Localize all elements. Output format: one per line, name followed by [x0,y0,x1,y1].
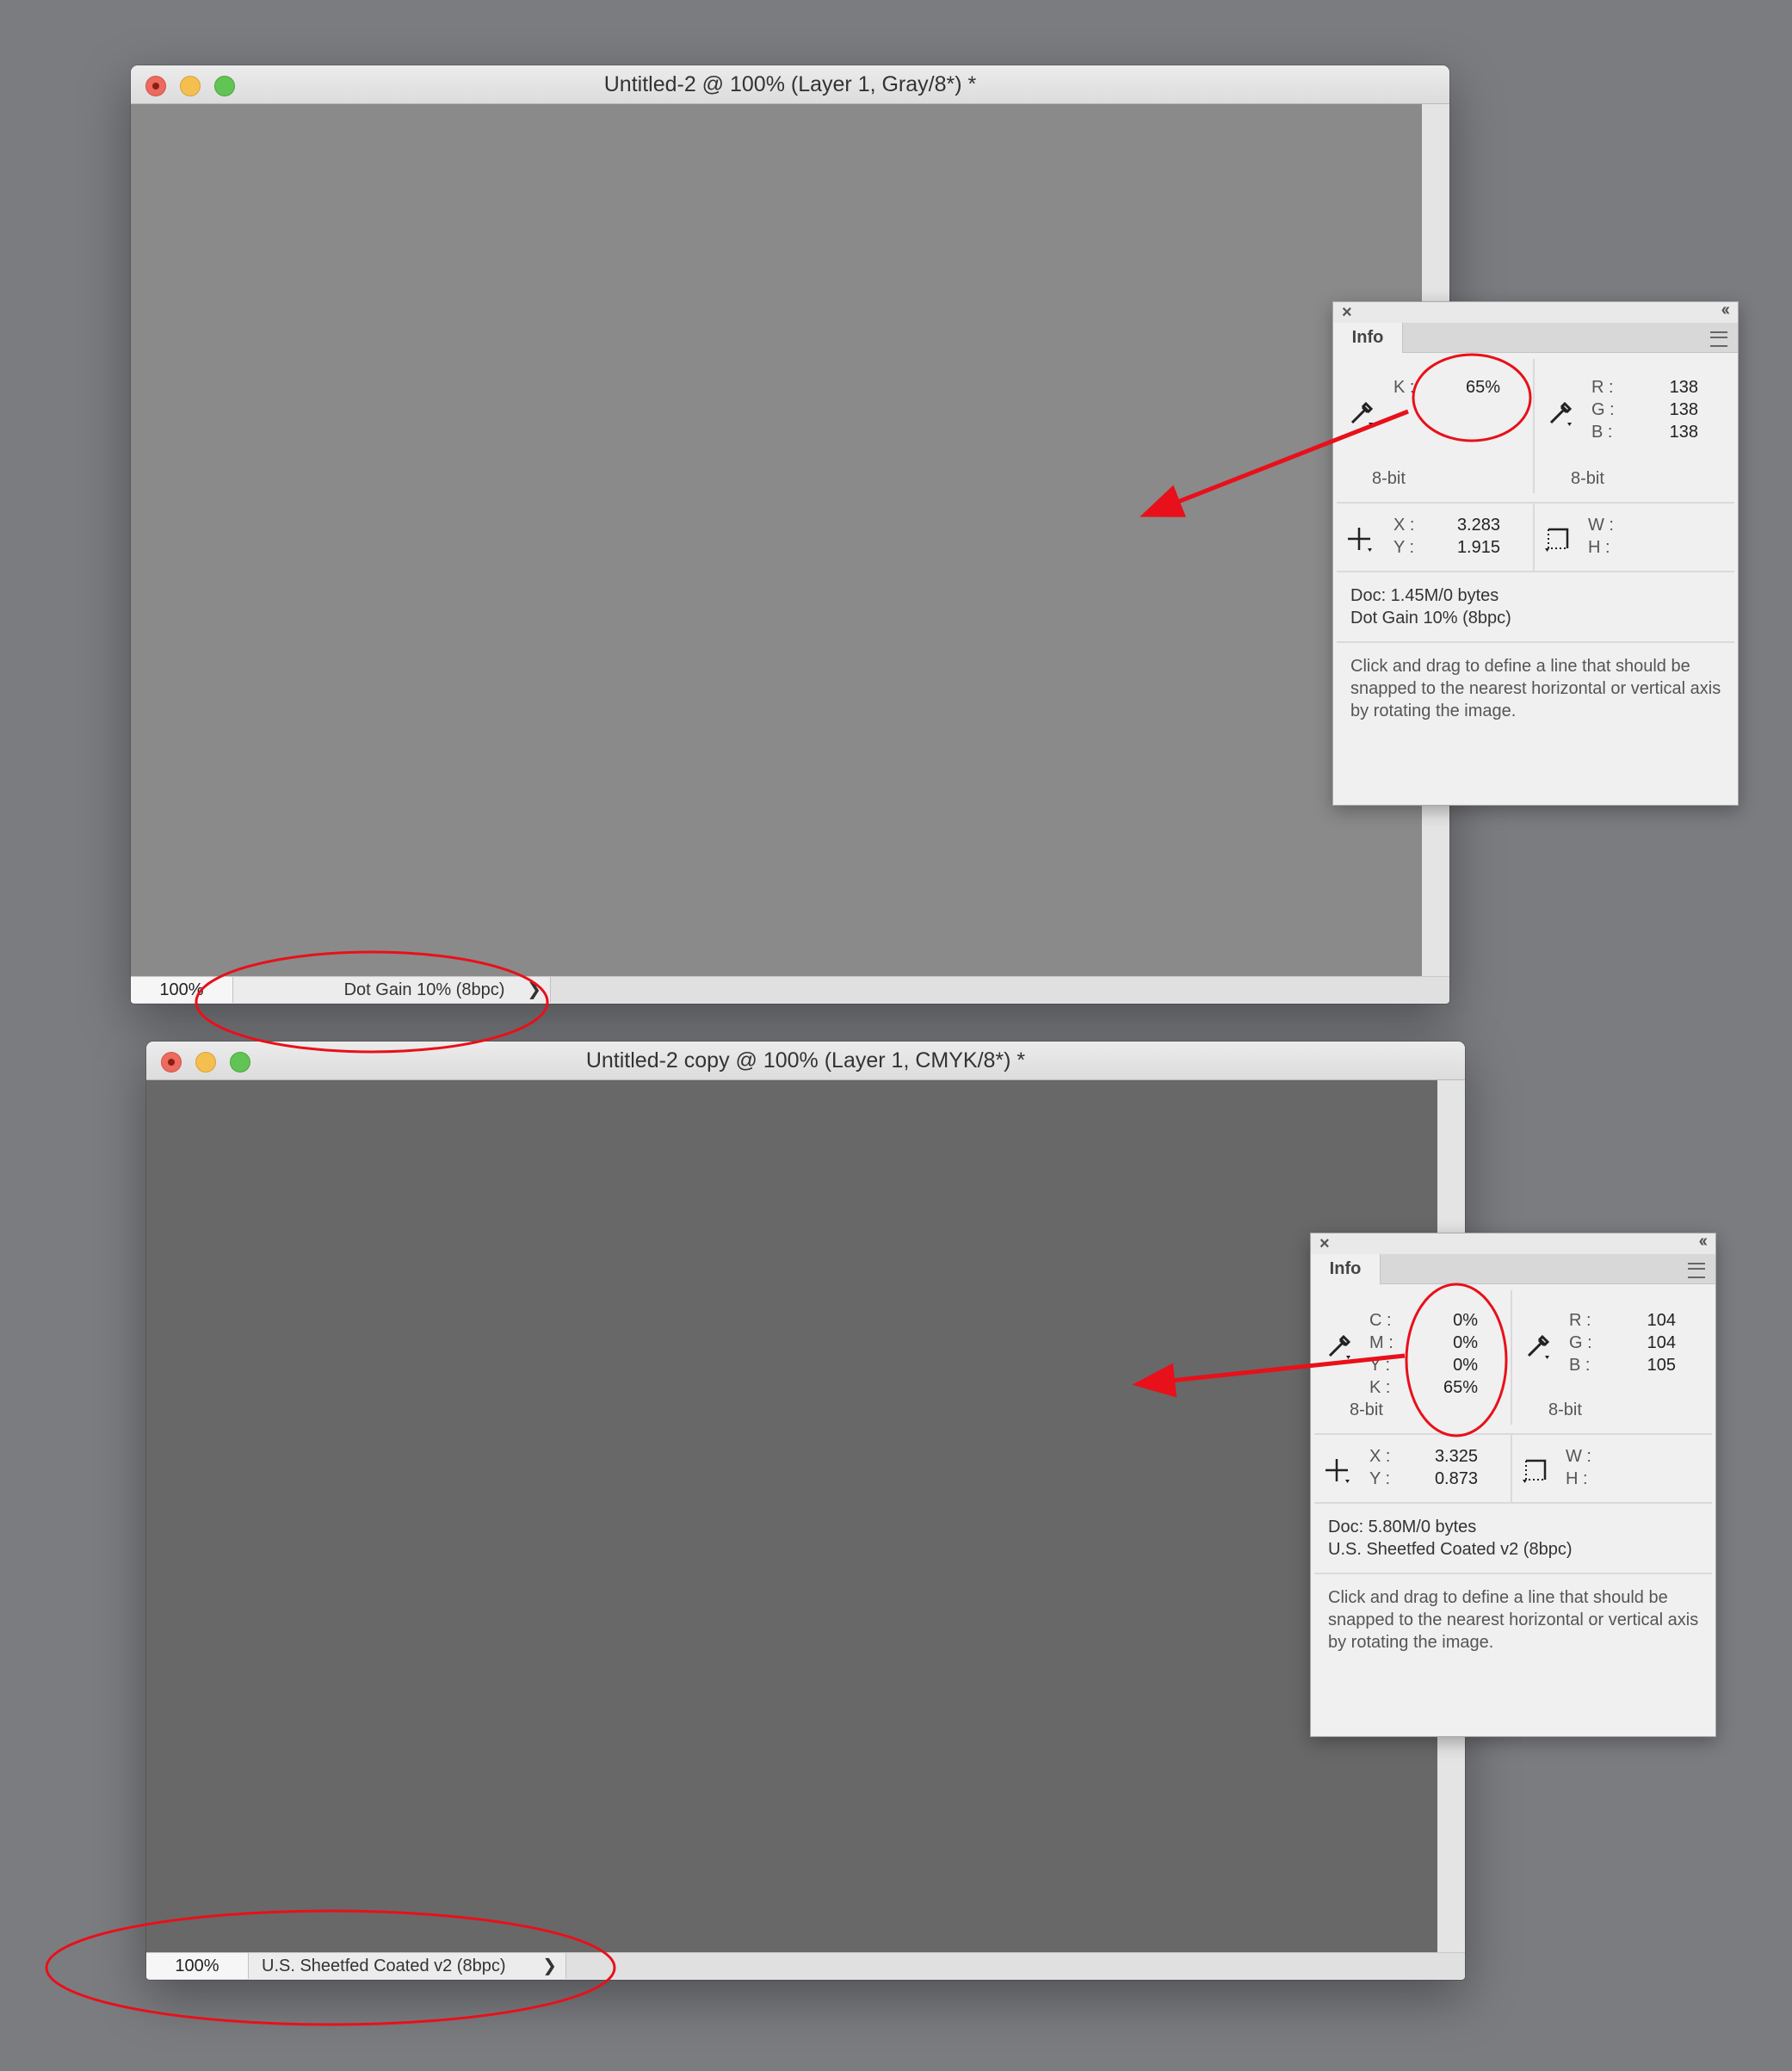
annotation-overlay [45,353,1532,2026]
highlight-circle [1405,1283,1508,1437]
highlight-circle [195,950,549,1054]
highlight-circle [45,1909,616,2026]
annotation-arrow [1132,1353,1406,1398]
highlight-circle [1412,353,1532,442]
annotation-arrow [1140,409,1409,517]
